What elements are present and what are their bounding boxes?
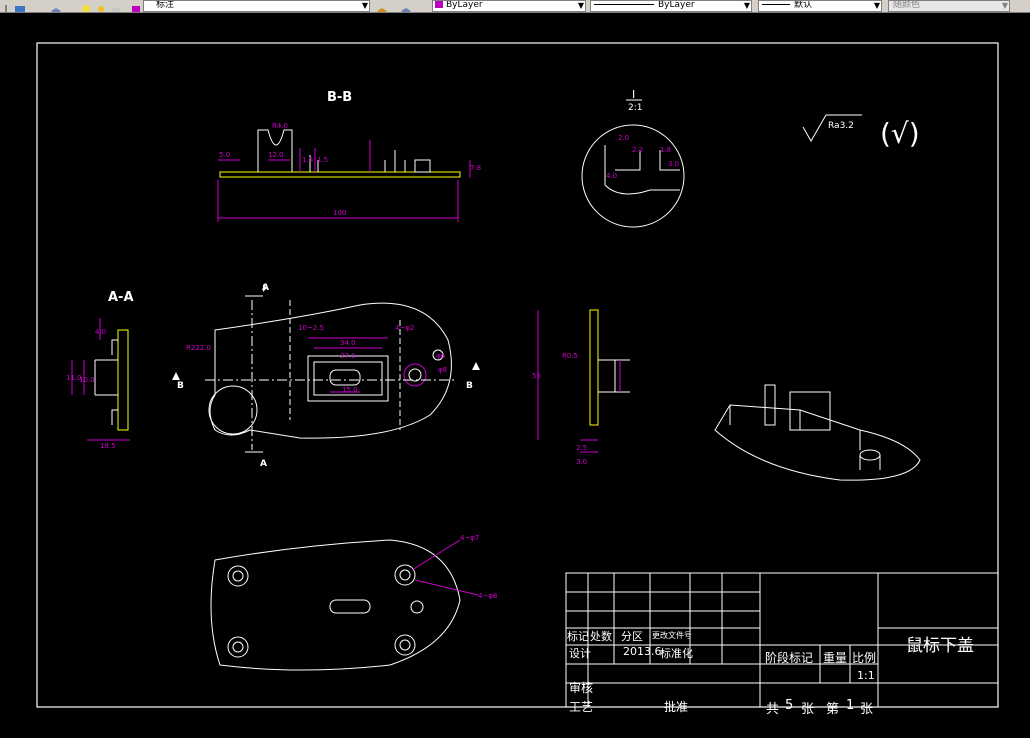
dim-plan-b: 27.0 — [340, 352, 356, 360]
dim-plan-a: 34.0 — [340, 339, 356, 347]
isometric-view — [714, 384, 921, 481]
dim-plan-c: 15.0 — [342, 386, 358, 394]
chevron-down-icon: ▼ — [873, 1, 880, 10]
title-gongyi: 工艺 — [569, 700, 594, 714]
linetype-control-select[interactable]: ByLayer ▼ — [590, 0, 752, 12]
title-fenqu: 分区 — [621, 630, 643, 643]
section-bb-label: B-B — [327, 90, 352, 105]
dim-det-d: 3.0 — [668, 160, 679, 168]
title-sheet-no: 1 — [846, 698, 855, 713]
layer-on-bulb-icon[interactable] — [80, 0, 92, 12]
title-di: 第 — [826, 702, 840, 717]
title-zhongliang: 重量 — [823, 651, 848, 665]
lineweight-control-value: 默认 — [794, 0, 813, 10]
dim-side-b: R0.5 — [562, 352, 578, 360]
title-gengwen: 更改文件号 — [652, 631, 692, 640]
dim-side-c: 2.5 — [576, 444, 587, 452]
title-shenhe: 审核 — [569, 681, 594, 695]
layer-lock-icon[interactable] — [110, 0, 122, 12]
dim-plan-f: R222.0 — [186, 344, 211, 352]
plotstyle-control-select[interactable]: 随颜色 ▼ — [888, 0, 1010, 12]
dim-plan-e: 4~φ2 — [395, 324, 414, 332]
title-biaoji: 标记 — [567, 630, 589, 643]
dim-bb-e: 7.8 — [470, 164, 481, 172]
plotstyle-control-value: 随颜色 — [893, 0, 921, 10]
dim-side-a: 55 — [532, 372, 541, 380]
dim-bb-f: R4.0 — [272, 122, 288, 130]
layer-color-swatch-icon — [130, 0, 142, 12]
title-chushu: 处数 — [590, 630, 612, 643]
title-bili: 比例 — [852, 651, 877, 665]
dim-side-d: 3.0 — [576, 458, 587, 466]
layer-select[interactable]: 标注 ▼ — [143, 0, 370, 12]
roughness-symbol: Ra3.2 (√) — [802, 114, 920, 150]
dim-det-e: 4.0 — [606, 172, 617, 180]
cut-mark-b-left: B — [177, 381, 184, 391]
dim-bottom-a: 4~φ7 — [460, 534, 479, 542]
detail-i-view: 2.0 2.2 1.8 3.0 4.0 — [581, 124, 685, 228]
title-gong: 共 — [766, 702, 780, 717]
chevron-down-icon: ▼ — [743, 1, 750, 10]
layer-manager-icon[interactable] — [50, 0, 62, 12]
bottom-view — [210, 539, 479, 671]
dim-bb-c: 1.5 — [302, 156, 313, 164]
dim-bb-d: 1.5 — [317, 156, 328, 164]
dimension-style-manager-icon[interactable] — [14, 0, 26, 12]
dim-det-a: 2.0 — [618, 134, 629, 142]
side-view — [537, 309, 630, 453]
title-pizhun: 批准 — [664, 700, 689, 714]
chevron-down-icon: ▼ — [1001, 1, 1008, 10]
dim-det-b: 2.2 — [632, 146, 643, 154]
title-part-name: 鼠标下盖 — [906, 636, 974, 656]
make-object-layer-current-icon[interactable] — [376, 0, 388, 12]
dim-bottom-b: 4~φ8 — [478, 592, 497, 600]
title-jieduan: 阶段标记 — [765, 651, 814, 665]
dim-aa-d: 18.5 — [100, 442, 116, 450]
roughness-remaining-symbol: (√) — [880, 117, 920, 150]
dim-bb-overall: 100 — [333, 209, 346, 217]
sheet-border — [36, 42, 999, 708]
detail-scale: 2:1 — [628, 103, 642, 113]
dim-bb-b: 12.0 — [268, 151, 284, 159]
linetype-control-value: ByLayer — [658, 0, 695, 10]
layer-freeze-sun-icon[interactable] — [95, 0, 107, 12]
lineweight-sample-icon — [762, 4, 790, 5]
cad-drawing: 100 5.0 12.0 1.5 1.5 7.8 R4.0 B-B 2.0 2.… — [36, 42, 999, 708]
color-swatch-icon — [435, 1, 443, 8]
linetype-sample-icon — [594, 4, 654, 5]
dim-plan-h: φ8 — [438, 366, 447, 374]
title-zhang2: 张 — [860, 702, 874, 717]
dim-det-c: 1.8 — [660, 146, 671, 154]
dim-bb-a: 5.0 — [219, 151, 230, 159]
dim-plan-d: 10~2.5 — [298, 324, 324, 332]
layer-previous-icon[interactable] — [400, 0, 412, 12]
lineweight-control-select[interactable]: 默认 ▼ — [758, 0, 882, 12]
color-control-value: ByLayer — [446, 0, 483, 10]
section-aa-label: A-A — [108, 290, 134, 305]
cut-mark-a-bottom: A — [260, 459, 267, 469]
title-scale: 1:1 — [857, 669, 875, 682]
cut-mark-a-top: A — [262, 283, 269, 293]
title-total-sheets: 5 — [785, 698, 794, 713]
dim-plan-g: φ6 — [436, 352, 446, 360]
title-date: 2013.6 — [623, 645, 662, 658]
title-sheji: 设计 — [569, 647, 591, 660]
title-zhang1: 张 — [801, 702, 815, 717]
cut-mark-b-right: B — [466, 381, 473, 391]
roughness-value: Ra3.2 — [828, 121, 854, 131]
color-control-select[interactable]: ByLayer ▼ — [432, 0, 586, 12]
toolbar-grip-icon — [2, 0, 14, 12]
drawing-canvas[interactable]: 100 5.0 12.0 1.5 1.5 7.8 R4.0 B-B 2.0 2.… — [0, 12, 1030, 734]
plan-view — [205, 300, 455, 450]
layer-select-value: 标注 — [156, 0, 175, 10]
dim-aa-a: 4.0 — [95, 328, 106, 336]
detail-label: I — [632, 88, 635, 101]
chevron-down-icon: ▼ — [361, 1, 368, 10]
dim-aa-c: 10.0 — [79, 376, 95, 384]
title-biaozhunhua: 标准化 — [660, 647, 693, 660]
chevron-down-icon: ▼ — [577, 1, 584, 10]
